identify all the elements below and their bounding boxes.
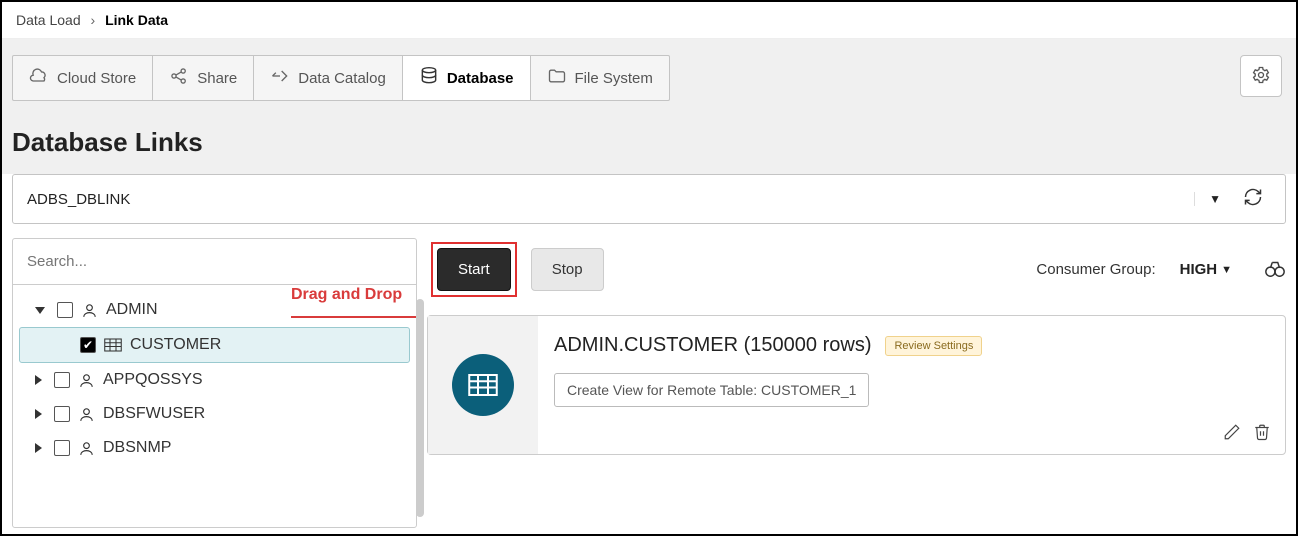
tab-cloud-store[interactable]: Cloud Store xyxy=(13,56,153,100)
user-icon xyxy=(78,440,95,457)
tree-dbsnmp[interactable]: DBSNMP xyxy=(13,431,416,465)
cloud-icon xyxy=(29,66,49,90)
gear-icon xyxy=(1251,65,1271,88)
user-icon xyxy=(78,372,95,389)
breadcrumb: Data Load › Link Data xyxy=(2,2,1296,39)
user-icon xyxy=(81,302,98,319)
caret-right-icon xyxy=(35,409,42,419)
tree-admin-label: ADMIN xyxy=(106,301,158,319)
tree-customer-label: CUSTOMER xyxy=(130,336,221,354)
dblink-dropdown-caret[interactable]: ▼ xyxy=(1194,192,1235,206)
card-title: ADMIN.CUSTOMER (150000 rows) xyxy=(554,334,871,357)
right-panel: Start Stop Consumer Group: HIGH ▼ xyxy=(427,238,1286,528)
tab-data-catalog[interactable]: Data Catalog xyxy=(254,56,403,100)
consumer-group-select[interactable]: HIGH ▼ xyxy=(1180,261,1232,278)
table-circle-icon xyxy=(452,354,514,416)
search-input[interactable] xyxy=(13,239,416,284)
tree-admin[interactable]: ADMIN xyxy=(13,293,416,327)
delete-card-button[interactable] xyxy=(1253,423,1271,444)
start-highlight: Start xyxy=(431,242,517,297)
catalog-icon xyxy=(270,66,290,90)
tree-node-label: DBSNMP xyxy=(103,439,171,457)
breadcrumb-parent[interactable]: Data Load xyxy=(16,12,81,28)
dblink-name: ADBS_DBLINK xyxy=(27,191,130,208)
edit-button[interactable] xyxy=(1223,423,1241,444)
tab-file-system[interactable]: File System xyxy=(531,56,669,100)
refresh-icon xyxy=(1243,194,1263,211)
tree-node-label: DBSFWUSER xyxy=(103,405,205,423)
scrollbar[interactable] xyxy=(416,299,424,517)
checkbox[interactable] xyxy=(57,302,73,318)
table-icon xyxy=(104,338,122,352)
start-button[interactable]: Start xyxy=(437,248,511,291)
checkbox[interactable] xyxy=(54,406,70,422)
consumer-group-label: Consumer Group: xyxy=(1036,261,1155,278)
breadcrumb-sep: › xyxy=(91,12,96,28)
tab-files-label: File System xyxy=(575,70,653,87)
card-thumbnail xyxy=(428,316,538,454)
checkbox[interactable] xyxy=(54,440,70,456)
tab-share[interactable]: Share xyxy=(153,56,254,100)
tab-share-label: Share xyxy=(197,70,237,87)
caret-down-icon xyxy=(35,307,45,314)
page-title: Database Links xyxy=(2,115,1296,174)
refresh-button[interactable] xyxy=(1235,187,1271,211)
load-card: ADMIN.CUSTOMER (150000 rows) Review Sett… xyxy=(427,315,1286,455)
consumer-group-value: HIGH xyxy=(1180,261,1218,278)
tree-node-label: APPQOSSYS xyxy=(103,371,203,389)
inspect-button[interactable] xyxy=(1264,258,1286,281)
document-button[interactable] xyxy=(678,259,700,281)
tab-database-label: Database xyxy=(447,70,514,87)
stop-button[interactable]: Stop xyxy=(531,248,604,291)
tab-cloud-label: Cloud Store xyxy=(57,70,136,87)
caret-right-icon xyxy=(35,375,42,385)
trash-icon xyxy=(1253,428,1271,444)
dblink-selector[interactable]: ADBS_DBLINK ▼ xyxy=(12,174,1286,224)
delete-all-button[interactable] xyxy=(638,259,660,281)
schema-tree-panel: ADMIN ✔ CUSTOMER APPQOSSYS DBSFWUSER xyxy=(12,238,417,528)
tree-dbsfwuser[interactable]: DBSFWUSER xyxy=(13,397,416,431)
tree-appqossys[interactable]: APPQOSSYS xyxy=(13,363,416,397)
folder-icon xyxy=(547,66,567,90)
chevron-down-icon: ▼ xyxy=(1221,264,1232,276)
tab-catalog-label: Data Catalog xyxy=(298,70,386,87)
source-tabbar: Cloud Store Share Data Catalog Database … xyxy=(12,55,670,101)
share-icon xyxy=(169,66,189,90)
caret-right-icon xyxy=(35,443,42,453)
checkbox[interactable] xyxy=(54,372,70,388)
user-icon xyxy=(78,406,95,423)
settings-button[interactable] xyxy=(1240,55,1282,97)
tree-customer[interactable]: ✔ CUSTOMER xyxy=(19,327,410,363)
binoculars-icon xyxy=(1264,265,1286,281)
create-view-box: Create View for Remote Table: CUSTOMER_1 xyxy=(554,373,869,407)
review-settings-badge[interactable]: Review Settings xyxy=(885,336,982,356)
checkbox-checked[interactable]: ✔ xyxy=(80,337,96,353)
tab-database[interactable]: Database xyxy=(403,56,531,100)
pencil-icon xyxy=(1223,428,1241,444)
breadcrumb-current: Link Data xyxy=(105,12,168,28)
database-icon xyxy=(419,66,439,90)
